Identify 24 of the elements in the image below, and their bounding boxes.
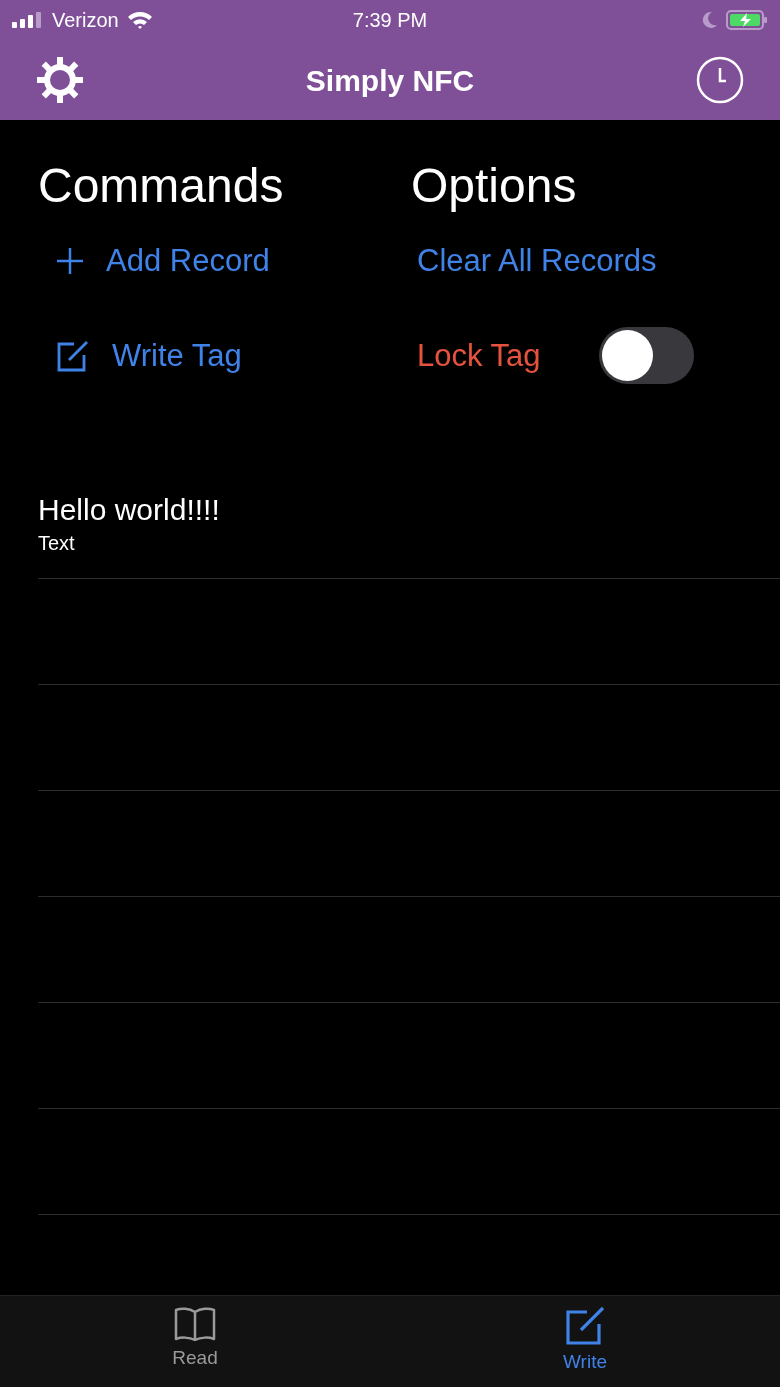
moon-icon	[702, 11, 718, 29]
battery-icon	[726, 10, 768, 30]
tab-item[interactable]: Read	[0, 1296, 390, 1387]
carrier-name: Verizon	[52, 8, 119, 33]
compose-icon	[565, 1306, 605, 1346]
history-clock-icon[interactable]	[696, 56, 744, 104]
book-icon	[174, 1306, 216, 1342]
record-type: Text	[38, 531, 76, 557]
wifi-icon	[126, 10, 153, 30]
record-title: Hello world!!!!	[38, 492, 221, 529]
status-time: 7:39 PM	[352, 8, 428, 33]
section-heading: Options	[411, 160, 578, 213]
tab-item[interactable]: Write	[390, 1296, 780, 1387]
section-heading: Commands	[38, 160, 285, 213]
lock-tag-label: Lock Tag	[417, 336, 541, 375]
lock-toggle[interactable]	[598, 327, 694, 385]
settings-icon[interactable]	[36, 56, 84, 104]
plus-icon	[56, 246, 84, 275]
command-link[interactable]: Write Tag	[56, 325, 242, 386]
app-title: Simply NFC	[305, 62, 475, 99]
command-link[interactable]: Add Record	[56, 230, 270, 291]
signal-icon	[12, 12, 44, 28]
clear-records-link[interactable]: Clear All Records	[417, 230, 657, 291]
compose-icon	[56, 338, 90, 373]
